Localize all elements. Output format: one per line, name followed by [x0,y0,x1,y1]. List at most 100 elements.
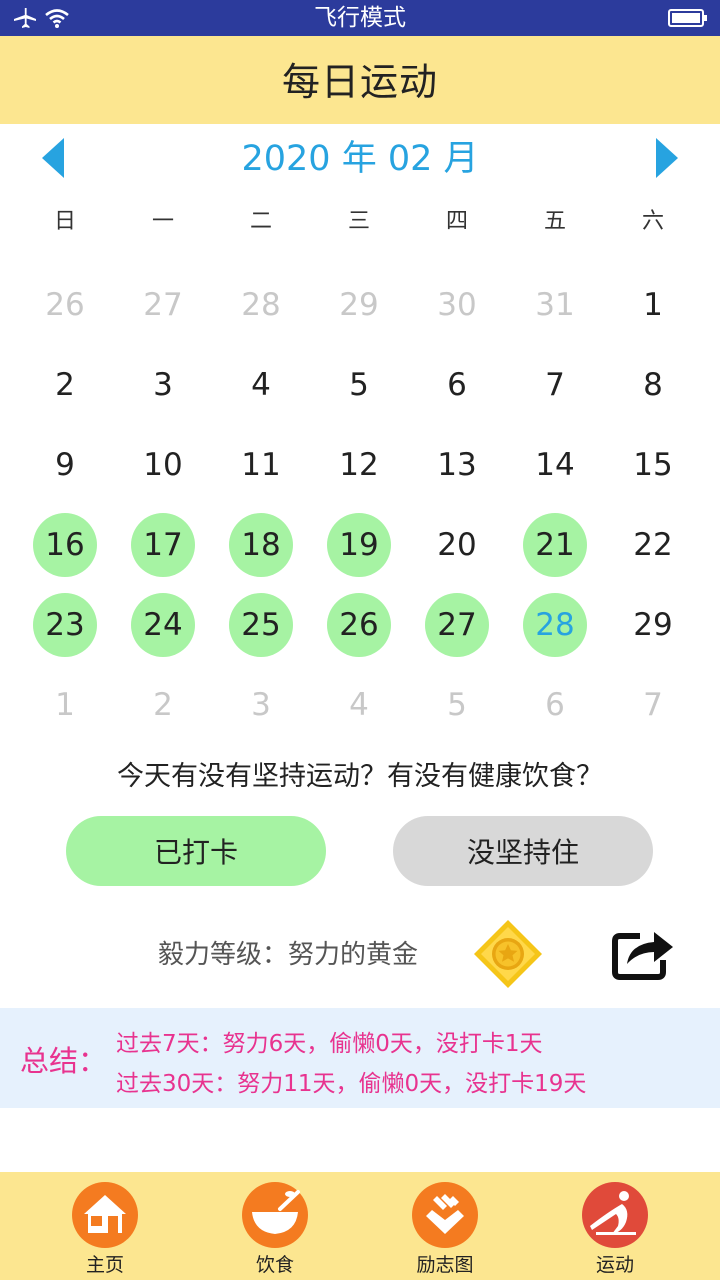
status-mode-text: 飞行模式 [314,5,406,31]
calendar-day[interactable]: 3 [114,345,212,425]
nav-label-exercise: 运动 [595,1254,634,1276]
calendar-day[interactable]: 5 [310,345,408,425]
calendar-day[interactable]: 5 [408,665,506,745]
calendar-day[interactable]: 3 [212,665,310,745]
calendar-day-number: 8 [643,367,663,403]
calendar-day[interactable]: 7 [604,665,702,745]
calendar-day[interactable]: 7 [506,345,604,425]
weekday-fri: 五 [543,209,566,234]
calendar-day[interactable]: 27 [408,585,506,665]
calendar-day[interactable]: 2 [114,665,212,745]
calendar-day-number: 14 [535,447,575,483]
gave-up-button[interactable]: 没坚持住 [393,816,653,886]
calendar-day[interactable]: 18 [212,505,310,585]
calendar-day-number: 19 [327,513,391,577]
calendar-day[interactable]: 14 [506,425,604,505]
app-header: 每日运动 [0,36,720,124]
calendar-day[interactable]: 11 [212,425,310,505]
calendar-day-number: 23 [33,593,97,657]
calendar-day-number: 11 [241,447,281,483]
calendar-grid: 26 27 28 29 30 31 1 2 3 4 5 6 7 8 9 10 11 12 13 14 15 16 17 18 1… [16,265,702,745]
weekday-header: 日 一 二 三 四 五 六 [16,198,702,246]
calendar-day[interactable]: 26 [310,585,408,665]
calendar-day-number: 6 [447,367,467,403]
nav-item-exercise[interactable]: 运动 [530,1172,700,1280]
calendar-day[interactable]: 4 [212,345,310,425]
calendar-day-number: 10 [143,447,183,483]
calendar-day[interactable]: 17 [114,505,212,585]
calendar-day[interactable]: 31 [506,265,604,345]
calendar-day[interactable]: 2 [16,345,114,425]
calendar-day[interactable]: 12 [310,425,408,505]
calendar-day[interactable]: 27 [114,265,212,345]
share-icon[interactable] [610,922,676,982]
house-icon [84,1195,126,1233]
calendar-day[interactable]: 13 [408,425,506,505]
nav-item-diet[interactable]: 饮食 [190,1172,360,1280]
calendar-day-number: 3 [153,367,173,403]
calendar-day[interactable]: 29 [604,585,702,665]
calendar-day[interactable]: 19 [310,505,408,585]
bottom-nav: 主页 饮食 励志图 运动 [0,1172,720,1280]
month-label: 2020 年 02 月 [241,139,479,179]
calendar-day-number: 29 [633,607,673,643]
calendar-day[interactable]: 10 [114,425,212,505]
calendar-day[interactable]: 8 [604,345,702,425]
calendar-day[interactable]: 28 [212,265,310,345]
calendar-day[interactable]: 1 [604,265,702,345]
calendar-day-number: 4 [251,367,271,403]
calendar-day[interactable]: 9 [16,425,114,505]
calendar-day-number: 7 [545,367,565,403]
calendar-day[interactable]: 22 [604,505,702,585]
calendar-day-number: 13 [437,447,477,483]
calendar-day-number: 22 [633,527,673,563]
calendar-day-number: 28 [241,287,281,323]
calendar-day[interactable]: 6 [506,665,604,745]
summary-panel: 总结： 过去7天：努力6天，偷懒0天，没打卡1天 过去30天：努力11天，偷懒0… [0,1008,720,1108]
weekday-mon: 一 [151,209,174,234]
calendar-day[interactable]: 20 [408,505,506,585]
calendar-day[interactable]: 25 [212,585,310,665]
summary-30-days: 过去30天：努力11天，偷懒0天，没打卡19天 [116,1071,587,1097]
calendar-day[interactable]: 29 [310,265,408,345]
calendar-day-number: 28 [523,593,587,657]
calendar-day-number: 1 [643,287,663,323]
calendar-day-number: 26 [45,287,85,323]
calendar-day-number: 6 [545,687,565,723]
weekday-thu: 四 [445,209,468,234]
calendar-day[interactable]: 15 [604,425,702,505]
app-root: 飞行模式 每日运动 2020 年 02 月 日 一 二 三 四 五 六 26 27… [0,0,720,1280]
calendar-day-number: 2 [55,367,75,403]
calendar-day[interactable]: 23 [16,585,114,665]
nav-item-home[interactable]: 主页 [20,1172,190,1280]
calendar-day-number: 20 [437,527,477,563]
calendar-day[interactable]: 1 [16,665,114,745]
calendar-day-number: 3 [251,687,271,723]
perseverance-level: 毅力等级：努力的黄金 [158,940,419,970]
next-month-arrow-icon[interactable] [652,136,682,180]
calendar-day[interactable]: 24 [114,585,212,665]
calendar-day[interactable]: 6 [408,345,506,425]
calendar-day[interactable]: 30 [408,265,506,345]
calendar-day-number: 7 [643,687,663,723]
calendar-day[interactable]: 28 [506,585,604,665]
calendar-day[interactable]: 16 [16,505,114,585]
calendar-day-number: 9 [55,447,75,483]
calendar-day-number: 12 [339,447,379,483]
weekday-sun: 日 [53,209,76,234]
checked-in-button[interactable]: 已打卡 [66,816,326,886]
calendar-day-number: 15 [633,447,673,483]
calendar-day[interactable]: 21 [506,505,604,585]
gold-medal-icon [474,920,542,988]
calendar-day-number: 25 [229,593,293,657]
calendar-day-number: 4 [349,687,369,723]
daily-question: 今天有没有坚持运动？有没有健康饮食？ [117,761,603,792]
summary-label: 总结： [20,1044,108,1078]
status-bar: 飞行模式 [0,0,720,36]
calendar-day-number: 26 [327,593,391,657]
calendar-day[interactable]: 4 [310,665,408,745]
calendar-day-number: 31 [535,287,575,323]
calendar-day-number: 16 [33,513,97,577]
calendar-day[interactable]: 26 [16,265,114,345]
nav-item-motivation[interactable]: 励志图 [360,1172,530,1280]
